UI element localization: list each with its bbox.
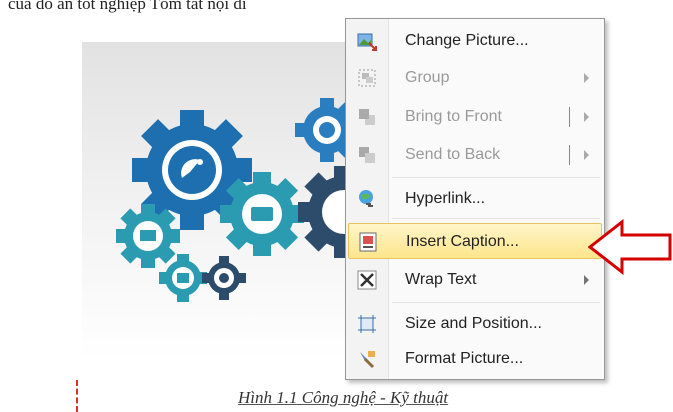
menu-item-label: Send to Back xyxy=(405,146,501,163)
menu-item-hyperlink[interactable]: Hyperlink... xyxy=(348,181,602,217)
menu-item-change-picture[interactable]: Change Picture... xyxy=(348,23,602,59)
medium-teal-gear xyxy=(220,172,304,256)
context-menu: Change Picture... Group Bring to Front S… xyxy=(345,18,605,380)
change-picture-icon xyxy=(357,31,377,51)
hyperlink-icon xyxy=(357,189,377,209)
menu-item-label: Size and Position... xyxy=(405,315,542,332)
small-teal-gear xyxy=(116,204,180,268)
send-to-back-icon xyxy=(357,145,377,165)
submenu-arrow-icon[interactable] xyxy=(584,150,589,160)
menu-item-insert-caption[interactable]: Insert Caption... xyxy=(348,223,602,259)
insert-caption-icon xyxy=(358,232,378,252)
document-body-text: của đồ án tốt nghiệp Tóm tắt nội di xyxy=(8,0,247,13)
bring-to-front-icon xyxy=(357,107,377,127)
menu-item-label: Format Picture... xyxy=(405,350,524,367)
menu-item-format-picture[interactable]: Format Picture... xyxy=(348,341,602,377)
submenu-arrow-icon xyxy=(584,275,589,285)
submenu-arrow-icon xyxy=(584,73,589,83)
submenu-arrow-icon[interactable] xyxy=(584,112,589,122)
menu-item-label: Bring to Front xyxy=(405,108,502,125)
menu-item-send-to-back[interactable]: Send to Back xyxy=(348,137,602,173)
figure-caption[interactable]: Hình 1.1 Công nghệ - Kỹ thuật xyxy=(238,388,448,408)
menu-item-label: Group xyxy=(405,69,450,86)
size-position-icon xyxy=(357,314,377,334)
split-separator xyxy=(569,145,570,165)
menu-separator xyxy=(392,302,600,303)
split-separator xyxy=(569,107,570,127)
menu-item-size-and-position[interactable]: Size and Position... xyxy=(348,306,602,342)
wrap-text-icon xyxy=(357,270,377,290)
menu-item-wrap-text[interactable]: Wrap Text xyxy=(348,262,602,298)
menu-separator xyxy=(392,177,600,178)
small-gear-bottom-right xyxy=(202,256,246,300)
menu-item-label: Insert Caption... xyxy=(406,233,519,250)
menu-item-label: Wrap Text xyxy=(405,271,477,288)
menu-item-bring-to-front[interactable]: Bring to Front xyxy=(348,99,602,135)
menu-item-label: Change Picture... xyxy=(405,32,529,49)
menu-item-group[interactable]: Group xyxy=(348,60,602,96)
menu-item-label: Hyperlink... xyxy=(405,190,486,207)
format-picture-icon xyxy=(357,349,377,369)
margin-marker xyxy=(76,380,78,412)
red-arrow-pointer-icon xyxy=(588,218,672,276)
menu-separator xyxy=(392,218,600,219)
group-icon xyxy=(357,68,377,88)
